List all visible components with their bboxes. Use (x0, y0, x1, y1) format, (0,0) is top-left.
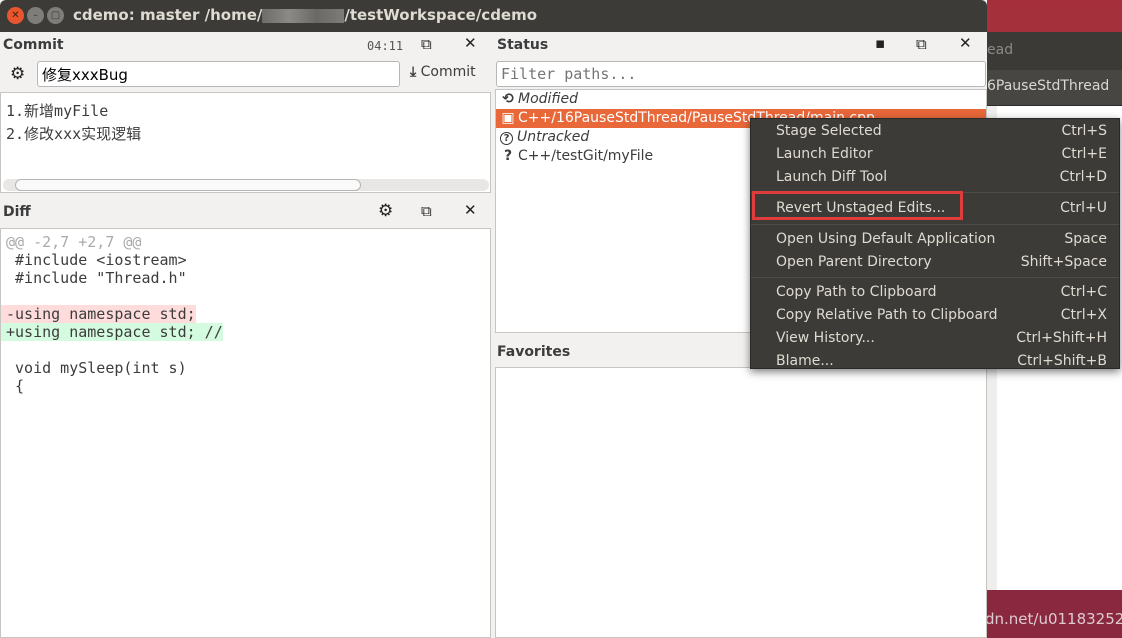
untracked-icon: ? (500, 132, 513, 145)
scrollbar-thumb[interactable] (15, 179, 361, 191)
redacted-username (262, 8, 345, 23)
menu-item-shortcut: Ctrl+C (1060, 284, 1107, 300)
menu-item[interactable]: Copy Path to Clipboard Ctrl+C (751, 281, 1119, 304)
menu-item-shortcut: Shift+Space (1020, 254, 1107, 270)
diff-viewer[interactable]: @@ -2,7 +2,7 @@ #include <iostream> #inc… (0, 228, 491, 638)
menu-item-label: Open Parent Directory (776, 254, 932, 270)
more-options-icon[interactable]: ▪ (875, 34, 885, 52)
diff-line-ctx: void mySleep(int s) (6, 359, 187, 377)
menu-item-shortcut: Ctrl+Shift+B (1017, 353, 1107, 369)
window-title: cdemo: master /home/ /testWorkspace/cdemo (73, 6, 537, 24)
menu-item-label: Open Using Default Application (776, 231, 996, 247)
menu-item-label: Launch Editor (776, 146, 873, 162)
diff-panel-title: Diff (3, 204, 31, 220)
title-suffix: /testWorkspace/cdemo (344, 6, 538, 24)
maximize-window-button[interactable]: ▢ (47, 7, 64, 24)
commit-message-editor[interactable]: 1.新增myFile 2.修改xxx实现逻辑 (0, 92, 491, 193)
menu-item-shortcut: Ctrl+E (1061, 146, 1108, 162)
commit-panel-title: Commit (3, 37, 64, 53)
menu-item-label: Stage Selected (776, 123, 882, 139)
menu-item-label: View History... (776, 330, 875, 346)
menu-item[interactable]: Copy Relative Path to Clipboard Ctrl+X (751, 304, 1119, 327)
menu-item-shortcut: Ctrl+S (1061, 123, 1107, 139)
diff-line-ctx (1, 287, 490, 305)
menu-item[interactable]: Launch Editor Ctrl+E (751, 143, 1119, 166)
commit-message-line: 1.新增myFile (6, 102, 109, 120)
favorites-list[interactable] (495, 367, 987, 638)
close-panel-icon[interactable]: ✕ (464, 201, 477, 219)
menu-item-label: Copy Relative Path to Clipboard (776, 307, 998, 323)
modified-icon: ⟲ (502, 91, 514, 107)
close-panel-icon[interactable]: ✕ (464, 34, 477, 52)
diff-line-ctx: #include "Thread.h" (6, 269, 187, 287)
menu-item-shortcut: Ctrl+X (1060, 307, 1107, 323)
commit-time: 04:11 (367, 39, 404, 53)
diff-line-add: +using namespace std; // (1, 323, 223, 341)
menu-item-shortcut: Ctrl+Shift+H (1016, 330, 1107, 346)
status-item-label: C++/testGit/myFile (518, 148, 654, 164)
close-window-button[interactable]: ✕ (7, 7, 24, 24)
status-item-label: Untracked (517, 129, 590, 145)
context-menu: Stage Selected Ctrl+S Launch Editor Ctrl+E L… (750, 118, 1120, 369)
menu-item-label: Copy Path to Clipboard (776, 284, 937, 300)
commit-summary-input[interactable] (37, 61, 400, 87)
float-panel-icon[interactable]: ⧉ (421, 202, 432, 220)
menu-item[interactable]: Stage Selected Ctrl+S (751, 120, 1119, 143)
commit-button[interactable]: ⤓ Commit (410, 64, 476, 80)
title-prefix: cdemo: master /home/ (73, 6, 263, 24)
diff-line-hunk: @@ -2,7 +2,7 @@ (6, 233, 142, 251)
background-window-title: ead (987, 32, 1122, 70)
question-icon: ? (503, 148, 513, 164)
gear-icon[interactable]: ⚙ (10, 64, 25, 84)
close-panel-icon[interactable]: ✕ (959, 34, 972, 52)
filter-paths-input[interactable] (496, 61, 986, 87)
highlight-annotation-box (752, 191, 963, 220)
favorites-panel-title: Favorites (497, 344, 571, 360)
menu-item[interactable]: Open Parent Directory Shift+Space (751, 251, 1119, 274)
menu-item-shortcut: Ctrl+D (1059, 169, 1107, 185)
commit-message-line: 2.修改xxx实现逻辑 (6, 125, 142, 143)
menu-item[interactable]: View History... Ctrl+Shift+H (751, 327, 1119, 350)
menu-separator (751, 277, 1119, 278)
float-panel-icon[interactable]: ⧉ (916, 35, 927, 53)
source-file-icon: ▣ (501, 110, 515, 126)
minimize-window-button[interactable]: – (27, 7, 44, 24)
diff-line-ctx: #include <iostream> (6, 251, 187, 269)
float-panel-icon[interactable]: ⧉ (421, 35, 432, 53)
diff-line-ctx: { (6, 377, 25, 395)
commit-button-label: Commit (420, 64, 476, 80)
status-item-label: Modified (518, 91, 578, 107)
menu-item[interactable]: Open Using Default Application Space (751, 228, 1119, 251)
menu-separator (751, 224, 1119, 225)
background-window-tab[interactable]: 6PauseStdThread (987, 70, 1122, 106)
menu-item-label: Blame... (776, 353, 834, 369)
menu-item-label: Launch Diff Tool (776, 169, 888, 185)
menu-item-shortcut: Space (1064, 231, 1107, 247)
diff-line-del: -using namespace std; (1, 305, 196, 323)
menu-item-shortcut: Ctrl+U (1060, 200, 1107, 216)
title-bar: ✕ – ▢ cdemo: master /home/ /testWorkspace… (0, 0, 987, 32)
menu-item[interactable]: Blame... Ctrl+Shift+B (751, 350, 1119, 373)
diff-line-ctx (1, 341, 490, 359)
menu-item[interactable]: Launch Diff Tool Ctrl+D (751, 166, 1119, 189)
download-icon: ⤓ (410, 64, 417, 80)
status-panel-title: Status (497, 37, 549, 53)
status-group-header[interactable]: ⟲ Modified (496, 90, 986, 109)
horizontal-scrollbar[interactable] (3, 179, 489, 191)
gear-icon[interactable]: ⚙ (378, 201, 393, 221)
